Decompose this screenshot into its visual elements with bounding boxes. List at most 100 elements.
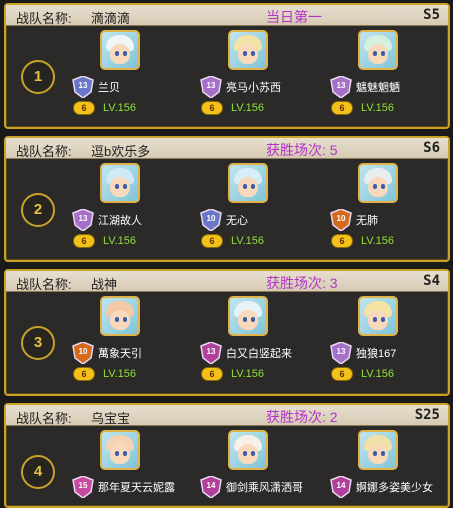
- player-level: LV.156: [361, 102, 395, 114]
- team-name-label: 战队名称:: [16, 411, 72, 426]
- avatar-eye: [123, 317, 127, 322]
- avatar-eye: [115, 451, 119, 456]
- player-avatar[interactable]: [358, 163, 398, 203]
- player-avatar[interactable]: [100, 296, 140, 336]
- badge-level: 13: [206, 81, 216, 90]
- team-panel[interactable]: 战队名称: 逗b欢乐多 获胜场次: 5 S6 2 13 江湖故人 6 LV.15…: [4, 136, 450, 262]
- badge-level: 13: [78, 81, 88, 90]
- avatar-face: [238, 177, 258, 197]
- player-level: LV.156: [231, 368, 265, 380]
- team-member[interactable]: 10 无心 6 LV.156: [199, 163, 329, 248]
- avatar-eye: [381, 317, 385, 322]
- avatar-eye: [381, 51, 385, 56]
- avatar-face: [238, 310, 258, 330]
- badge-level: 10: [206, 214, 216, 223]
- player-level: LV.156: [103, 235, 137, 247]
- vip-badge: 6: [331, 367, 353, 381]
- team-result: 获胜场次: 3: [266, 275, 338, 291]
- player-avatar[interactable]: [358, 296, 398, 336]
- avatar-eye: [243, 451, 247, 456]
- rank-badge-icon: 14: [199, 476, 223, 498]
- player-avatar[interactable]: [228, 163, 268, 203]
- player-avatar[interactable]: [228, 430, 268, 470]
- player-level: LV.156: [103, 102, 137, 114]
- team-member[interactable]: 14 婀娜多姿美少女: [329, 430, 453, 508]
- team-panel[interactable]: 战队名称: 乌宝宝 获胜场次: 2 S25 4 15 那年夏天云妮露 14 御剑…: [4, 403, 450, 508]
- avatar-eye: [243, 51, 247, 56]
- rank-number: 3: [21, 326, 55, 360]
- avatar-eye: [115, 184, 119, 189]
- avatar-face: [110, 444, 130, 464]
- team-member[interactable]: 13 独狼167 6 LV.156: [329, 296, 453, 381]
- team-member[interactable]: 14 御剑乘风潇洒哥: [199, 430, 329, 508]
- badge-level: 13: [336, 347, 346, 356]
- player-avatar[interactable]: [100, 163, 140, 203]
- team-member[interactable]: 10 萬象天引 6 LV.156: [71, 296, 201, 381]
- player-level: LV.156: [231, 102, 265, 114]
- team-name: 滴滴滴: [91, 11, 131, 26]
- player-avatar[interactable]: [358, 30, 398, 70]
- badge-level: 13: [206, 347, 216, 356]
- team-panel[interactable]: 战队名称: 战神 获胜场次: 3 S4 3 10 萬象天引 6 LV.156 1…: [4, 269, 450, 396]
- vip-badge: 6: [331, 234, 353, 248]
- avatar-eye: [381, 451, 385, 456]
- team-member[interactable]: 13 白又白竖起来 6 LV.156: [199, 296, 329, 381]
- player-name: 婀娜多姿美少女: [356, 482, 433, 494]
- team-member[interactable]: 15 那年夏天云妮露: [71, 430, 201, 508]
- avatar-eye: [381, 184, 385, 189]
- rank-badge-icon: 10: [71, 342, 95, 364]
- badge-level: 10: [336, 214, 346, 223]
- avatar-face: [368, 310, 388, 330]
- player-avatar[interactable]: [228, 296, 268, 336]
- avatar-eye: [251, 184, 255, 189]
- avatar-eye: [373, 451, 377, 456]
- avatar-face: [110, 310, 130, 330]
- team-member[interactable]: 13 魑魅魍魉 6 LV.156: [329, 30, 453, 115]
- avatar-eye: [123, 451, 127, 456]
- team-header: 战队名称: 滴滴滴 当日第一 S5: [6, 5, 448, 26]
- team-member[interactable]: 13 兰贝 6 LV.156: [71, 30, 201, 115]
- team-header: 战队名称: 逗b欢乐多 获胜场次: 5 S6: [6, 138, 448, 159]
- team-name-label: 战队名称:: [16, 11, 72, 26]
- rank-number: 4: [21, 455, 55, 489]
- rank-badge-icon: 10: [199, 209, 223, 231]
- avatar-face: [238, 44, 258, 64]
- player-avatar[interactable]: [228, 30, 268, 70]
- team-member[interactable]: 10 无肺 6 LV.156: [329, 163, 453, 248]
- badge-level: 13: [78, 214, 88, 223]
- team-panel[interactable]: 战队名称: 滴滴滴 当日第一 S5 1 13 兰贝 6 LV.156 13 亮马…: [4, 3, 450, 129]
- badge-level: 13: [336, 81, 346, 90]
- team-name-label: 战队名称:: [16, 277, 72, 292]
- player-level: LV.156: [361, 368, 395, 380]
- player-avatar[interactable]: [100, 30, 140, 70]
- team-result: 获胜场次: 5: [266, 142, 338, 158]
- team-name: 战神: [91, 277, 118, 292]
- avatar-eye: [373, 51, 377, 56]
- team-member[interactable]: 13 亮马小苏西 6 LV.156: [199, 30, 329, 115]
- player-name: 萬象天引: [98, 348, 142, 360]
- team-member[interactable]: 13 江湖故人 6 LV.156: [71, 163, 201, 248]
- avatar-face: [110, 177, 130, 197]
- avatar-face: [368, 44, 388, 64]
- player-name: 兰贝: [98, 82, 120, 94]
- player-avatar[interactable]: [100, 430, 140, 470]
- rank-number: 2: [21, 193, 55, 227]
- badge-level: 14: [206, 481, 216, 490]
- player-name: 亮马小苏西: [226, 82, 281, 94]
- rank-badge-icon: 15: [71, 476, 95, 498]
- badge-level: 15: [78, 481, 88, 490]
- season-tag: S6: [423, 140, 440, 156]
- avatar-eye: [123, 184, 127, 189]
- team-result: 当日第一: [266, 9, 322, 25]
- team-name: 乌宝宝: [91, 411, 131, 426]
- avatar-face: [368, 444, 388, 464]
- player-avatar[interactable]: [358, 430, 398, 470]
- player-name: 无心: [226, 215, 248, 227]
- vip-badge: 6: [201, 101, 223, 115]
- player-level: LV.156: [231, 235, 265, 247]
- rank-badge-icon: 13: [329, 342, 353, 364]
- player-name: 那年夏天云妮露: [98, 482, 175, 494]
- avatar-eye: [373, 184, 377, 189]
- player-name: 魑魅魍魉: [356, 82, 400, 94]
- vip-badge: 6: [331, 101, 353, 115]
